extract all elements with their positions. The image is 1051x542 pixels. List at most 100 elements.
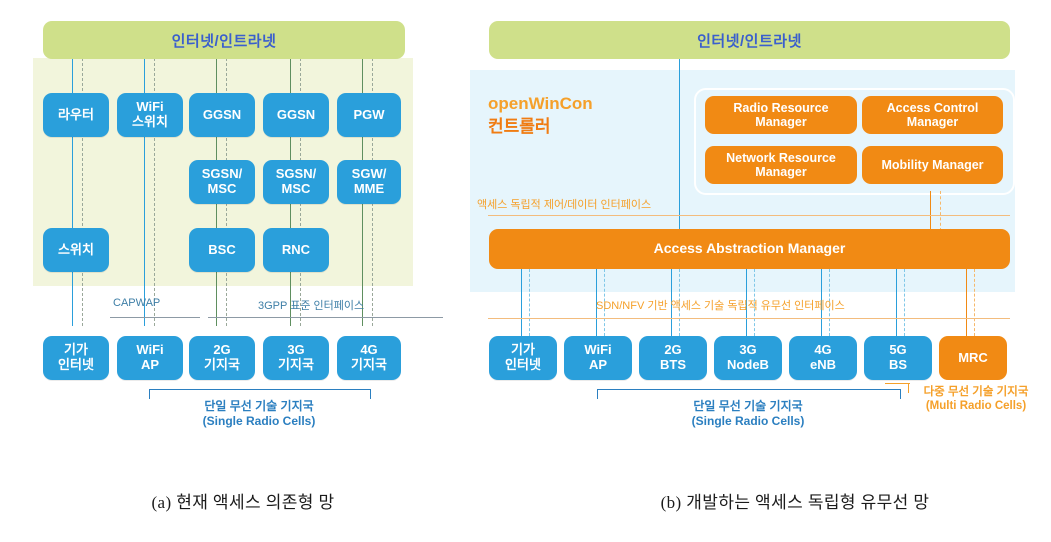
right-access-box-wifi-ap-line2: AP (588, 357, 608, 372)
box-router[interactable]: 라우터 (43, 93, 109, 137)
right-connector-line-mrc (974, 269, 975, 336)
right-access-box-giga-internet[interactable]: 기가 인터넷 (489, 336, 557, 380)
box-sgsn-msc-1-line1: SGSN/ (201, 166, 243, 182)
box-ggsn-2[interactable]: GGSN (263, 93, 329, 137)
box-wifi-switch-line1: WiFi (136, 99, 164, 115)
box-bsc-label: BSC (208, 241, 236, 257)
label-3gpp-interface: 3GPP 표준 인터페이스 (258, 300, 365, 312)
right-access-box-4g-enb-line1: 4G (814, 342, 832, 358)
multi-radio-bracket-rule (885, 383, 910, 384)
access-box-giga-internet-line2: 인터넷 (58, 357, 94, 372)
figure-root: 인터넷/인트라넷 라우터 WiFi 스위치 GGSN GGSN PGW SGSN… (0, 0, 1051, 542)
right-access-box-5g-bs[interactable]: 5G BS (864, 336, 932, 380)
box-bsc[interactable]: BSC (189, 228, 255, 272)
access-box-4g-line2: 기지국 (351, 357, 387, 372)
box-sgw-mme[interactable]: SGW/ MME (337, 160, 401, 204)
right-access-box-wifi-ap[interactable]: WiFi AP (564, 336, 632, 380)
right-connector-line (529, 269, 530, 336)
box-ggsn-1-label: GGSN (202, 106, 242, 122)
right-single-radio-caption-ko: 단일 무선 기술 기지국 (693, 399, 803, 413)
box-wifi-switch[interactable]: WiFi 스위치 (117, 93, 183, 137)
right-access-box-3g-nodeb[interactable]: 3G NodeB (714, 336, 782, 380)
right-access-box-mrc[interactable]: MRC (939, 336, 1007, 380)
box-sgw-mme-line1: SGW/ (351, 166, 387, 182)
right-connector-line (904, 269, 905, 336)
right-access-box-3g-nodeb-line1: 3G (739, 342, 757, 358)
box-pgw-label: PGW (353, 106, 385, 122)
manager-access-control-line2: Manager (906, 115, 959, 129)
manager-radio-resource-line1: Radio Resource (733, 100, 829, 115)
manager-access-control[interactable]: Access Control Manager (862, 96, 1003, 134)
access-abstraction-manager-label: Access Abstraction Manager (653, 240, 846, 257)
box-sgsn-msc-2[interactable]: SGSN/ MSC (263, 160, 329, 204)
manager-radio-resource-line2: Manager (755, 115, 807, 129)
right-trunk-line (679, 59, 680, 231)
box-sgw-mme-line2: MME (353, 181, 385, 196)
access-box-wifi-ap-line2: AP (140, 357, 160, 372)
sdn-nfv-interface-rule (488, 318, 1010, 319)
controller-name-en: openWinCon (488, 94, 593, 113)
right-access-box-2g-bts[interactable]: 2G BTS (639, 336, 707, 380)
left-single-radio-bracket (149, 389, 371, 399)
right-internet-bar-label: 인터넷/인트라넷 (697, 32, 802, 50)
controller-link-line (930, 191, 931, 231)
access-box-4g[interactable]: 4G 기지국 (337, 336, 401, 380)
left-single-radio-caption-en: (Single Radio Cells) (202, 414, 316, 428)
right-access-box-4g-enb-line2: eNB (809, 357, 836, 372)
access-box-2g[interactable]: 2G 기지국 (189, 336, 255, 380)
multi-radio-caption-ko: 다중 무선 기술 기지국 (923, 386, 1029, 398)
right-connector-line (521, 269, 522, 336)
manager-radio-resource[interactable]: Radio Resource Manager (705, 96, 857, 134)
box-sgsn-msc-2-line2: MSC (281, 181, 311, 196)
access-box-wifi-ap[interactable]: WiFi AP (117, 336, 183, 380)
controller-name: openWinCon 컨트롤러 (488, 93, 593, 139)
access-box-3g[interactable]: 3G 기지국 (263, 336, 329, 380)
access-box-giga-internet[interactable]: 기가 인터넷 (43, 336, 109, 380)
multi-radio-caption-en: (Multi Radio Cells) (925, 400, 1027, 413)
access-box-2g-line2: 기지국 (204, 357, 240, 372)
box-sgsn-msc-2-line1: SGSN/ (275, 166, 317, 182)
right-connector-line-mrc (966, 269, 967, 336)
box-pgw[interactable]: PGW (337, 93, 401, 137)
box-rnc-label: RNC (281, 241, 311, 257)
3gpp-rule (208, 317, 443, 318)
right-single-radio-bracket (597, 389, 901, 399)
access-box-3g-line1: 3G (287, 342, 305, 358)
box-rnc[interactable]: RNC (263, 228, 329, 272)
manager-mobility-label: Mobility Manager (881, 157, 984, 172)
box-switch[interactable]: 스위치 (43, 228, 109, 272)
access-abstraction-manager[interactable]: Access Abstraction Manager (489, 229, 1010, 269)
right-access-box-giga-internet-line1: 기가 (511, 342, 535, 358)
right-single-radio-caption: 단일 무선 기술 기지국 (Single Radio Cells) (628, 399, 868, 429)
access-box-giga-internet-line1: 기가 (64, 342, 88, 358)
access-independent-interface-rule (488, 215, 1010, 216)
right-access-box-giga-internet-line2: 인터넷 (505, 357, 541, 372)
access-box-4g-line1: 4G (360, 342, 378, 358)
box-sgsn-msc-1[interactable]: SGSN/ MSC (189, 160, 255, 204)
label-sdn-nfv-interface: SDN/NFV 기반 액세스 기술 독립적 유무선 인터페이스 (596, 300, 845, 312)
box-sgsn-msc-1-line2: MSC (207, 181, 237, 196)
manager-network-resource[interactable]: Network Resource Manager (705, 146, 857, 184)
right-connector-line (896, 269, 897, 336)
right-access-box-mrc-label: MRC (958, 349, 988, 365)
box-wifi-switch-line2: 스위치 (132, 114, 168, 129)
box-router-label: 라우터 (58, 106, 94, 122)
controller-link-line (940, 191, 941, 231)
right-access-box-5g-bs-line1: 5G (889, 342, 907, 358)
box-ggsn-2-label: GGSN (276, 106, 316, 122)
left-single-radio-caption-ko: 단일 무선 기술 기지국 (204, 399, 314, 413)
left-single-radio-caption: 단일 무선 기술 기지국 (Single Radio Cells) (139, 399, 379, 429)
box-ggsn-1[interactable]: GGSN (189, 93, 255, 137)
access-box-3g-line2: 기지국 (278, 357, 314, 372)
right-access-box-4g-enb[interactable]: 4G eNB (789, 336, 857, 380)
right-access-box-wifi-ap-line1: WiFi (584, 342, 612, 358)
access-box-wifi-ap-line1: WiFi (136, 342, 164, 358)
figure-caption-a: (a) 현재 액세스 의존형 망 (151, 493, 335, 512)
figure-caption-b: (b) 개발하는 액세스 독립형 유무선 망 (660, 493, 930, 512)
manager-mobility[interactable]: Mobility Manager (862, 146, 1003, 184)
manager-access-control-line1: Access Control (886, 100, 979, 115)
box-switch-label: 스위치 (58, 241, 94, 257)
controller-name-ko: 컨트롤러 (488, 116, 551, 136)
right-single-radio-caption-en: (Single Radio Cells) (691, 414, 805, 428)
right-access-box-3g-nodeb-line2: NodeB (727, 357, 769, 372)
